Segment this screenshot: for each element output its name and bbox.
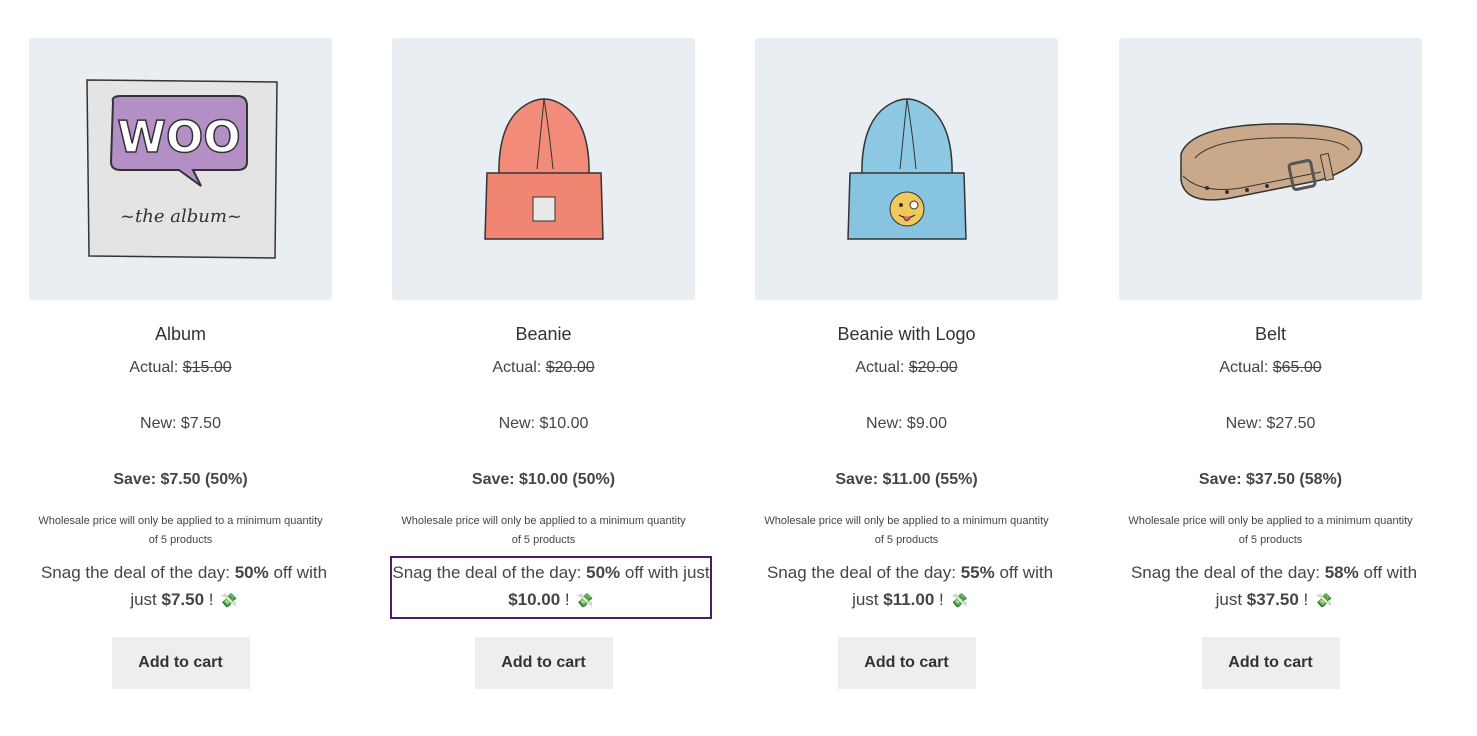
add-to-cart-button[interactable]: Add to cart — [1201, 637, 1340, 689]
product-image-album[interactable]: WOO ~the album~ — [29, 38, 332, 300]
new-price: New: $27.50 — [1225, 415, 1316, 432]
belt-icon — [1179, 123, 1362, 201]
actual-label: Actual: — [1219, 359, 1273, 376]
actual-price: Actual: $65.00 — [1119, 358, 1422, 378]
deal-prefix: Snag the deal of the day: — [1130, 563, 1325, 582]
product-card-album: WOO ~the album~ Album Actual: $15.00 New… — [29, 38, 332, 689]
product-title[interactable]: Album — [29, 322, 332, 346]
actual-label: Actual: — [492, 359, 546, 376]
save-amount: Save: $10.00 (50%) — [471, 471, 616, 488]
svg-text:~the album~: ~the album~ — [119, 206, 241, 227]
beanie-logo-icon — [846, 98, 967, 240]
actual-price: Actual: $15.00 — [29, 358, 332, 378]
original-price: $15.00 — [182, 359, 232, 376]
deal-prefix: Snag the deal of the day: — [392, 563, 587, 582]
product-image-belt[interactable] — [1119, 38, 1422, 300]
deal-percent: 50% — [234, 563, 269, 582]
new-price: New: $9.00 — [866, 415, 947, 432]
product-title[interactable]: Belt — [1119, 322, 1422, 346]
deal-percent: 50% — [586, 563, 621, 582]
product-image-beanie-with-logo[interactable] — [755, 38, 1058, 300]
save-amount: Save: $7.50 (50%) — [113, 471, 248, 488]
add-to-cart-button[interactable]: Add to cart — [474, 637, 613, 689]
product-title[interactable]: Beanie — [392, 322, 695, 346]
svg-text:WOO: WOO — [117, 112, 240, 163]
deal-amount: $10.00 — [508, 590, 561, 609]
money-icon: 💸 — [950, 592, 968, 608]
actual-price: Actual: $20.00 — [392, 358, 695, 378]
deal-of-the-day: Snag the deal of the day: 58% off with j… — [1119, 558, 1429, 617]
deal-suffix: ! — [560, 590, 575, 609]
deal-prefix: Snag the deal of the day: — [40, 563, 235, 582]
wholesale-note: Wholesale price will only be applied to … — [764, 515, 1049, 546]
save-amount: Save: $37.50 (58%) — [1198, 471, 1343, 488]
beanie-icon — [483, 98, 604, 240]
money-icon: 💸 — [576, 592, 594, 608]
wholesale-note: Wholesale price will only be applied to … — [1128, 515, 1413, 546]
deal-percent: 58% — [1324, 563, 1359, 582]
add-to-cart-button[interactable]: Add to cart — [837, 637, 976, 689]
wholesale-note: Wholesale price will only be applied to … — [401, 515, 686, 546]
money-icon: 💸 — [1314, 592, 1333, 608]
original-price: $20.00 — [545, 359, 595, 376]
deal-of-the-day-highlighted: Snag the deal of the day: 50% off with j… — [390, 556, 712, 619]
money-icon: 💸 — [220, 592, 238, 608]
product-title[interactable]: Beanie with Logo — [755, 322, 1058, 346]
deal-mid: off with just — [620, 563, 710, 582]
original-price: $65.00 — [1272, 359, 1322, 376]
deal-of-the-day: Snag the deal of the day: 50% off with j… — [40, 563, 328, 609]
save-amount: Save: $11.00 (55%) — [835, 471, 978, 488]
new-price: New: $7.50 — [140, 415, 221, 432]
product-card-beanie-with-logo: Beanie with Logo Actual: $20.00 New: $9.… — [755, 38, 1058, 689]
deal-suffix: ! — [934, 590, 949, 609]
new-price: New: $10.00 — [498, 415, 589, 432]
wholesale-note: Wholesale price will only be applied to … — [38, 515, 323, 546]
woo-album-icon: WOO ~the album~ — [85, 79, 278, 259]
product-card-beanie: Beanie Actual: $20.00 New: $10.00 Save: … — [390, 38, 712, 689]
actual-price: Actual: $20.00 — [755, 358, 1058, 378]
actual-label: Actual: — [855, 359, 909, 376]
add-to-cart-button[interactable]: Add to cart — [111, 637, 250, 689]
product-image-beanie[interactable] — [392, 38, 695, 300]
original-price: $20.00 — [908, 359, 958, 376]
deal-amount: $11.00 — [883, 590, 935, 609]
actual-label: Actual: — [129, 359, 183, 376]
product-card-belt: Belt Actual: $65.00 New: $27.50 Save: $3… — [1119, 38, 1422, 689]
deal-suffix: ! — [1298, 590, 1313, 609]
deal-amount: $37.50 — [1246, 590, 1299, 609]
deal-prefix: Snag the deal of the day: — [766, 563, 961, 582]
deal-suffix: ! — [204, 590, 219, 609]
deal-percent: 55% — [960, 563, 995, 582]
deal-of-the-day: Snag the deal of the day: 55% off with j… — [755, 558, 1065, 617]
